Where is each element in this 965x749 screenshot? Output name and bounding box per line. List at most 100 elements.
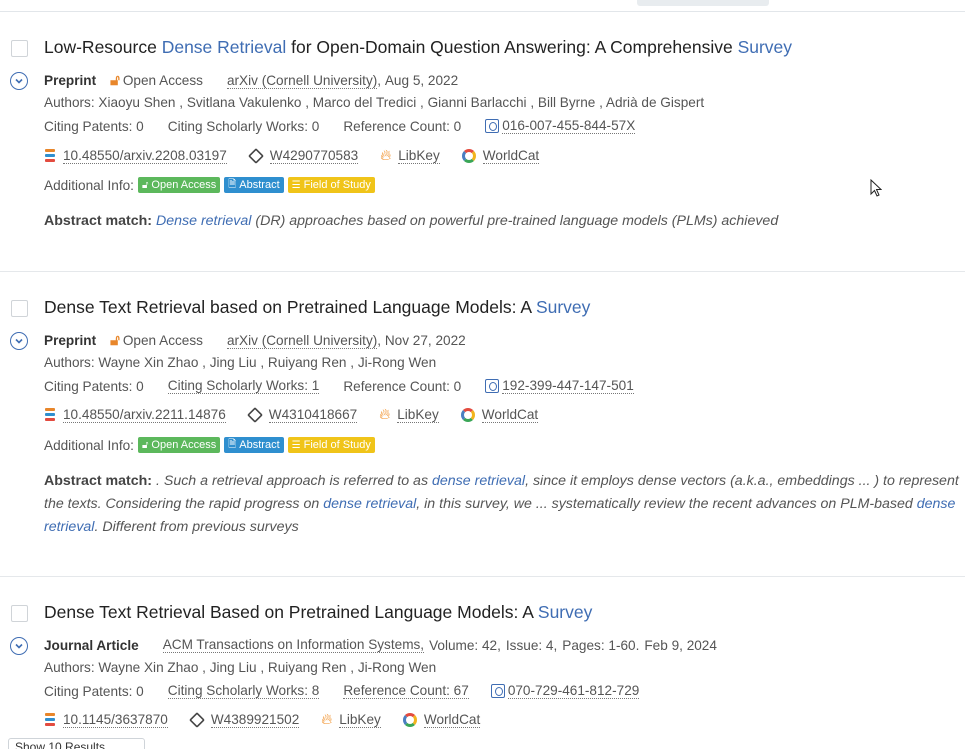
additional-info: Additional Info: 🔓︎ Open Access 🗎︎ Abstrac…	[44, 437, 379, 453]
keyword-highlight: retrieval	[44, 519, 95, 535]
keyword-highlight: Survey	[537, 602, 593, 622]
source-link[interactable]: arXiv (Cornell University)	[226, 333, 378, 349]
publication-date: Aug 5, 2022	[384, 73, 459, 88]
issue: Issue: 4,	[505, 637, 558, 653]
keyword-highlight: Dense	[161, 37, 213, 57]
doi-link[interactable]: 10.1145/3637870	[44, 712, 168, 728]
citing-works: Citing Scholarly Works: 0	[167, 118, 320, 134]
select-checkbox[interactable]	[11, 300, 28, 317]
keyword-highlight: dense	[431, 473, 471, 489]
pages: Pages: 1-60.	[562, 637, 640, 653]
openalex-link[interactable]: W4310418667	[246, 407, 358, 423]
reference-count[interactable]: Reference Count: 67	[343, 683, 469, 699]
lens-id-link[interactable]: 070-729-461-812-729	[507, 683, 640, 699]
keyword-highlight: retrieval	[365, 496, 417, 512]
keyword-highlight: Survey	[737, 37, 793, 57]
openalex-icon	[188, 712, 205, 728]
text-segment: Low-Resource	[44, 37, 162, 57]
result-card: Dense Text Retrieval Based on Pretrained…	[0, 578, 965, 749]
flame-icon: 🔥︎	[380, 147, 392, 164]
tag-open-access[interactable]: 🔓︎ Open Access	[137, 177, 221, 193]
lens-id-icon	[485, 119, 500, 133]
source-link[interactable]: ACM Transactions on Information Systems,	[162, 637, 425, 653]
publication-type: Journal Article	[44, 637, 139, 653]
citing-works[interactable]: Citing Scholarly Works: 1	[167, 378, 320, 394]
reference-count: Reference Count: 0	[343, 378, 462, 394]
keyword-highlight: retrieval	[474, 473, 526, 489]
abstract-text: . Such a retrieval approach is referred …	[44, 473, 959, 535]
citing-patents: Citing Patents: 0	[44, 378, 144, 394]
openalex-link[interactable]: W4389921502	[188, 712, 300, 728]
citation-stats: Citing Patents: 0 Citing Scholarly Works…	[44, 378, 634, 394]
identifier-links: 10.48550/arxiv.2208.03197 W4290770583 🔥︎…	[44, 148, 561, 164]
result-title[interactable]: Dense Text Retrieval based on Pretrained…	[44, 297, 590, 318]
identifier-links: 10.48550/arxiv.2211.14876 W4310418667 🔥︎…	[44, 407, 560, 423]
libkey-link[interactable]: 🔥︎ LibKey	[380, 148, 440, 164]
open-access-indicator: 🔓︎ Open Access	[110, 332, 203, 349]
source-link[interactable]: arXiv (Cornell University)	[226, 73, 378, 89]
libkey-link[interactable]: 🔥︎ LibKey	[321, 712, 381, 728]
abstract-text: Dense retrieval (DR) approaches based on…	[156, 213, 778, 229]
result-title[interactable]: Dense Text Retrieval Based on Pretrained…	[44, 602, 592, 623]
tag-abstract[interactable]: 🗎︎ Abstract	[224, 177, 284, 193]
select-checkbox[interactable]	[11, 40, 28, 57]
additional-info: Additional Info: 🔓︎ Open Access 🗎︎ Abstrac…	[44, 177, 379, 193]
expand-chevron-icon[interactable]	[10, 72, 28, 90]
openalex-icon	[246, 407, 263, 423]
toolbar-pill[interactable]	[637, 0, 769, 6]
text-segment: . Different from previous surveys	[94, 519, 299, 535]
mouse-cursor-icon	[870, 179, 882, 197]
result-title[interactable]: Low-Resource Dense Retrieval for Open-Do…	[44, 37, 792, 58]
page-size-select[interactable]: Show 10 Results	[8, 738, 145, 749]
lens-id-link[interactable]: 192-399-447-147-501	[502, 378, 634, 394]
worldcat-link[interactable]: WorldCat	[460, 407, 539, 423]
publication-date: Feb 9, 2024	[644, 637, 717, 653]
text-segment: Dense Text Retrieval based on Pretrained…	[44, 297, 536, 317]
abstract-match: Abstract match: . Such a retrieval appro…	[44, 470, 965, 539]
tag-field-of-study[interactable]: ☰ Field of Study	[287, 437, 375, 453]
doi-icon	[44, 408, 56, 422]
openalex-link[interactable]: W4290770583	[247, 148, 359, 164]
text-segment: Dense Text Retrieval Based on Pretrained…	[44, 602, 538, 622]
tag-open-access[interactable]: 🔓︎ Open Access	[137, 437, 221, 453]
expand-chevron-icon[interactable]	[10, 637, 28, 655]
abstract-match: Abstract match: Dense retrieval (DR) app…	[44, 210, 965, 233]
citation-stats: Citing Patents: 0 Citing Scholarly Works…	[44, 683, 640, 699]
expand-chevron-icon[interactable]	[10, 332, 28, 350]
authors[interactable]: Authors: Wayne Xin Zhao , Jing Liu , Rui…	[44, 660, 436, 675]
libkey-link[interactable]: 🔥︎ LibKey	[379, 407, 439, 423]
openalex-icon	[247, 148, 264, 164]
flame-icon: 🔥︎	[379, 406, 391, 423]
doi-link[interactable]: 10.48550/arxiv.2208.03197	[44, 148, 227, 164]
result-card: Low-Resource Dense Retrieval for Open-Do…	[0, 13, 965, 272]
volume: Volume: 42,	[429, 637, 501, 653]
meta-line: Journal Article ACM Transactions on Info…	[44, 637, 717, 653]
additional-info-label: Additional Info:	[44, 177, 134, 193]
keyword-highlight: Survey	[535, 297, 591, 317]
citing-patents: Citing Patents: 0	[44, 683, 144, 699]
authors[interactable]: Authors: Xiaoyu Shen , Svitlana Vakulenk…	[44, 95, 704, 110]
lens-id-link[interactable]: 016-007-455-844-57X	[502, 118, 636, 134]
text-segment: for Open-Domain Question Answering: A Co…	[286, 37, 738, 57]
citing-works[interactable]: Citing Scholarly Works: 8	[167, 683, 320, 699]
abstract-label: Abstract match:	[44, 473, 153, 489]
keyword-highlight: Retrieval	[217, 37, 287, 57]
text-segment: (DR) approaches based on powerful pre-tr…	[251, 213, 779, 229]
tag-field-of-study[interactable]: ☰ Field of Study	[287, 177, 375, 193]
reference-count: Reference Count: 0	[343, 118, 462, 134]
citing-patents: Citing Patents: 0	[44, 118, 144, 134]
text-segment: . Such a retrieval approach is referred …	[155, 473, 432, 489]
result-card: Dense Text Retrieval based on Pretrained…	[0, 273, 965, 577]
publication-type: Preprint	[44, 73, 97, 88]
flame-icon: 🔥︎	[321, 711, 333, 728]
worldcat-icon	[461, 149, 476, 163]
worldcat-link[interactable]: WorldCat	[461, 148, 540, 164]
doi-link[interactable]: 10.48550/arxiv.2211.14876	[44, 407, 226, 423]
tag-abstract[interactable]: 🗎︎ Abstract	[224, 437, 284, 453]
select-checkbox[interactable]	[11, 605, 28, 622]
open-lock-icon: 🔓︎	[110, 72, 120, 89]
keyword-highlight: dense	[916, 496, 956, 512]
authors[interactable]: Authors: Wayne Xin Zhao , Jing Liu , Rui…	[44, 355, 436, 370]
additional-info-label: Additional Info:	[44, 437, 134, 453]
worldcat-link[interactable]: WorldCat	[402, 712, 481, 728]
